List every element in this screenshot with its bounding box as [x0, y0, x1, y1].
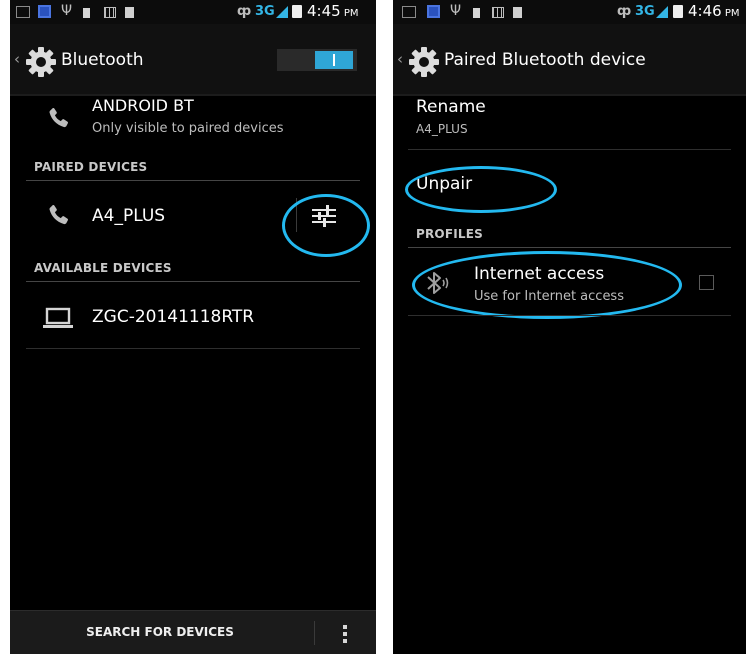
rename-label: Rename — [416, 97, 486, 117]
battery-icon — [292, 5, 302, 18]
signal-icon — [276, 6, 288, 18]
vertical-divider — [314, 621, 315, 645]
toggle-on-mark — [333, 54, 335, 66]
search-for-devices-button[interactable]: SEARCH FOR DEVICES — [10, 611, 310, 654]
signal-icon — [656, 6, 668, 18]
action-bar: ‹ Paired Bluetooth device — [393, 24, 746, 96]
bluetooth-icon: ȹ — [617, 4, 632, 19]
toggle-knob — [315, 51, 353, 69]
grid-icon — [492, 7, 504, 18]
bluetooth-icon: ȹ — [237, 4, 252, 19]
block-icon — [513, 7, 522, 18]
network-type: 3G — [635, 4, 655, 19]
highlight-ring — [282, 194, 370, 257]
list-divider — [408, 315, 731, 316]
section-divider — [26, 281, 360, 282]
bluetooth-settings-screen: Ψ ȹ 3G 4:45 PM ‹ Bluetooth ANDROID BT On… — [10, 0, 376, 654]
notification-box-icon — [402, 6, 416, 18]
highlight-ring — [412, 251, 682, 319]
paired-device-screen: Ψ ȹ 3G 4:46 PM ‹ Paired Bluetooth device… — [393, 0, 746, 654]
settings-gear-icon[interactable] — [25, 46, 57, 78]
page-title: Paired Bluetooth device — [444, 50, 646, 70]
battery-icon — [673, 5, 683, 18]
phone-icon — [46, 106, 70, 130]
page-title: Bluetooth — [61, 50, 144, 70]
list-divider — [26, 348, 360, 349]
sim-icon — [427, 5, 440, 18]
sim-icon — [38, 5, 51, 18]
clock: 4:45 PM — [307, 2, 359, 20]
usb-icon: Ψ — [61, 3, 73, 19]
bottom-bar: SEARCH FOR DEVICES — [10, 610, 376, 654]
usb-icon: Ψ — [450, 3, 462, 19]
block-icon — [125, 7, 134, 18]
status-bar: Ψ ȹ 3G 4:46 PM — [393, 0, 746, 24]
available-devices-header: AVAILABLE DEVICES — [34, 261, 172, 275]
grid-icon — [104, 7, 116, 18]
profiles-header: PROFILES — [416, 227, 483, 241]
internet-access-checkbox[interactable] — [699, 275, 714, 290]
list-divider — [408, 149, 731, 150]
back-caret-icon[interactable]: ‹ — [14, 50, 20, 68]
settings-gear-icon[interactable] — [408, 46, 440, 78]
section-divider — [26, 180, 360, 181]
action-bar: ‹ Bluetooth — [10, 24, 376, 96]
paired-devices-header: PAIRED DEVICES — [34, 160, 148, 174]
paired-device-name: A4_PLUS — [92, 206, 166, 226]
clock: 4:46 PM — [688, 2, 740, 20]
device-name: ANDROID BT — [92, 96, 194, 115]
bluetooth-toggle[interactable] — [277, 49, 357, 71]
bag-icon — [473, 8, 480, 18]
rename-value: A4_PLUS — [416, 122, 468, 136]
available-device-name: ZGC-20141118RTR — [92, 307, 255, 327]
back-caret-icon[interactable]: ‹ — [397, 50, 403, 68]
laptop-icon — [43, 307, 73, 328]
notification-box-icon — [16, 6, 30, 18]
status-bar: Ψ ȹ 3G 4:45 PM — [10, 0, 376, 24]
overflow-menu-icon[interactable] — [338, 625, 352, 645]
section-divider — [408, 247, 731, 248]
device-visibility: Only visible to paired devices — [92, 121, 284, 136]
bag-icon — [83, 8, 90, 18]
highlight-ring — [405, 166, 557, 213]
phone-icon — [46, 203, 70, 227]
network-type: 3G — [255, 4, 275, 19]
